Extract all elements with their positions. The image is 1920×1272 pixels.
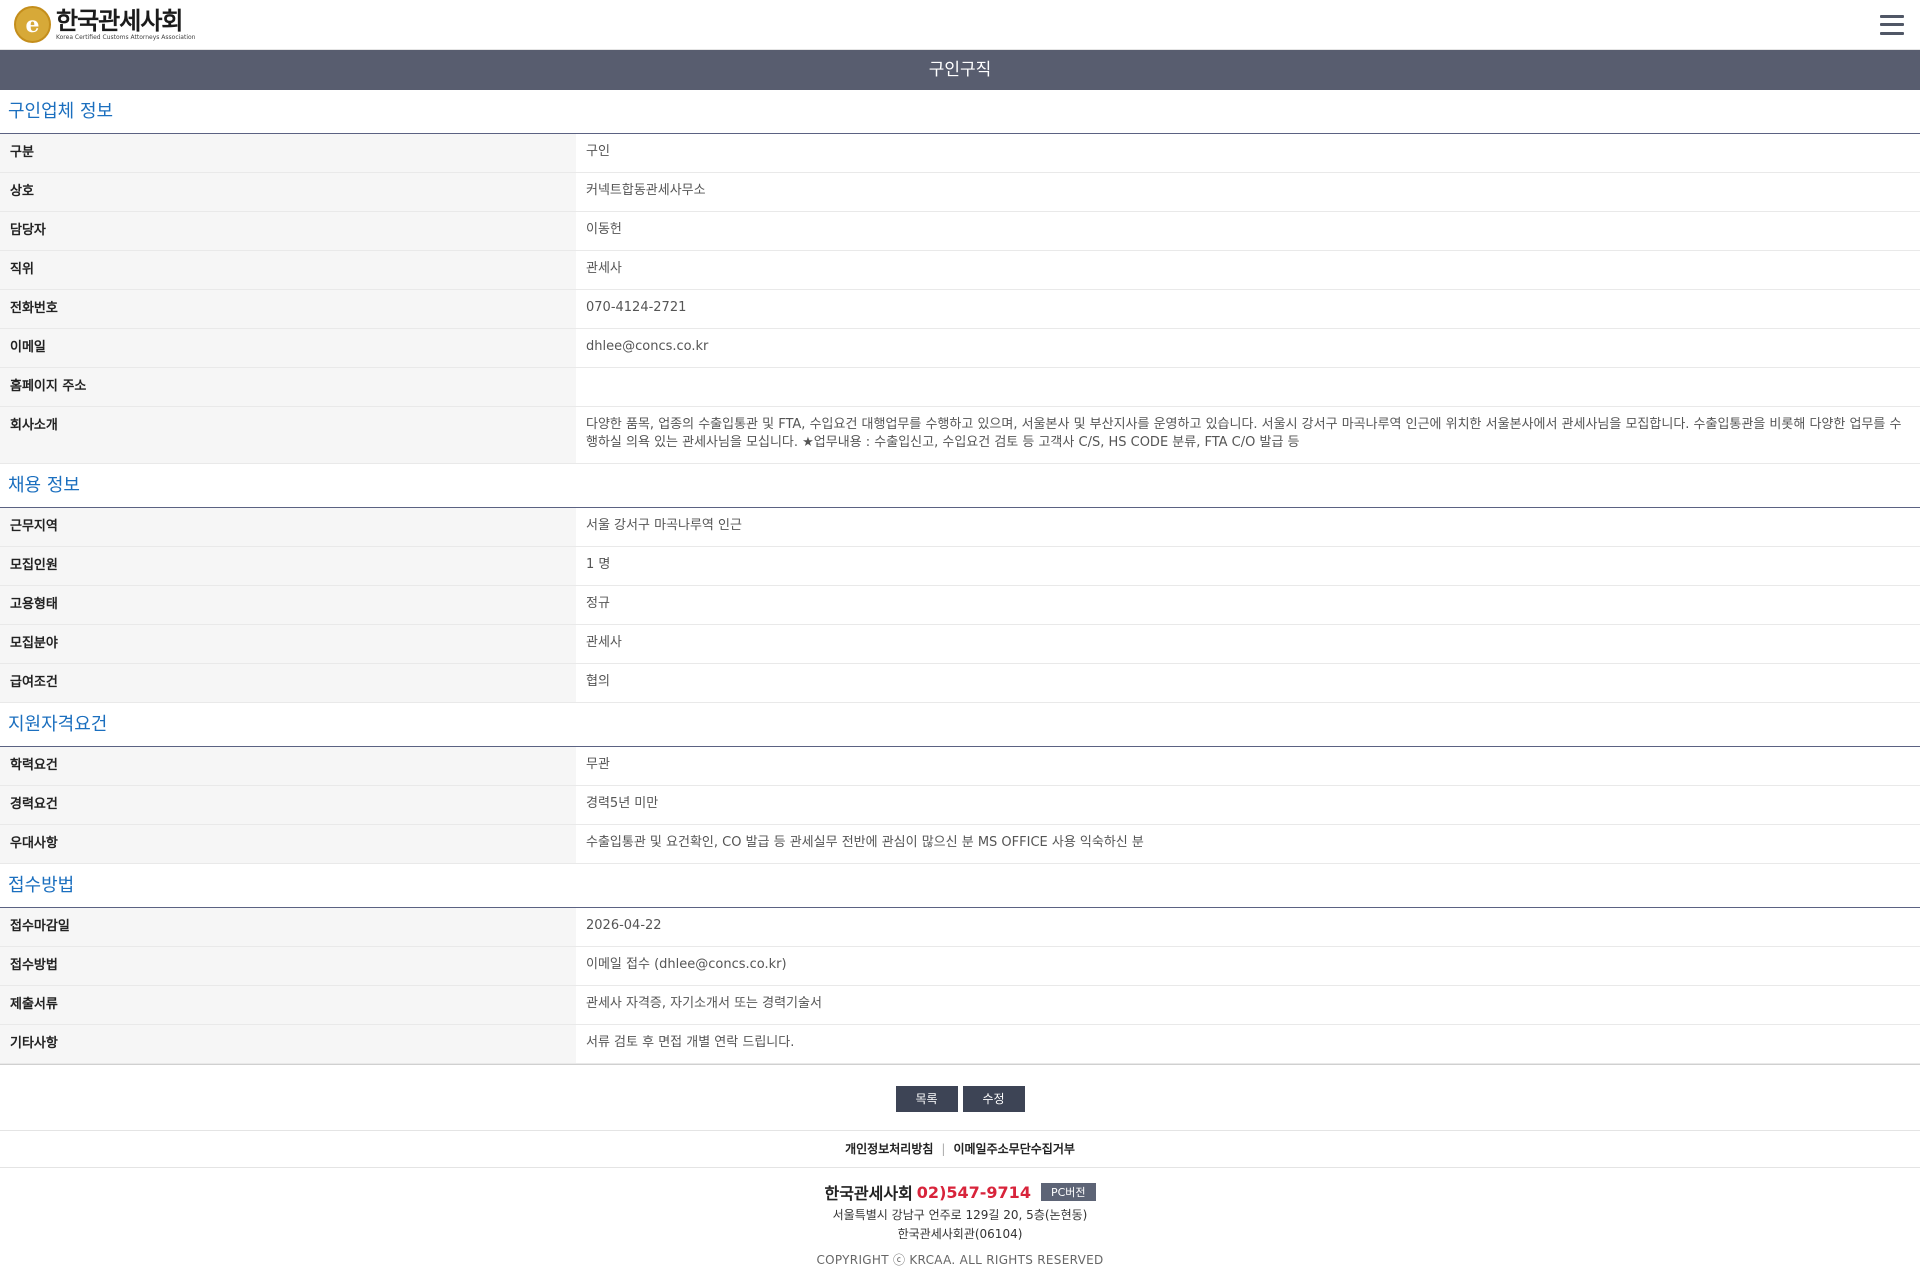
table-row: 구분 구인 xyxy=(0,134,1920,173)
logo-english-name: Korea Certified Customs Attorneys Associ… xyxy=(56,33,196,41)
footer-address: 서울특별시 강남구 언주로 129길 20, 5층(논현동) xyxy=(832,1208,1088,1222)
row-value: 협의 xyxy=(586,674,610,689)
footer-org-name: 한국관세사회 xyxy=(824,1184,913,1203)
row-value: 다양한 품목, 업종의 수출입통관 및 FTA, 수입요건 대행업무를 수행하고… xyxy=(586,417,1902,450)
row-label: 접수마감일 xyxy=(0,908,576,946)
row-value: 관세사 xyxy=(586,261,622,276)
row-label: 이메일 xyxy=(0,329,576,367)
table-row: 홈페이지 주소 xyxy=(0,368,1920,407)
row-label: 제출서류 xyxy=(0,986,576,1024)
footer: 한국관세사회 02)547-9714 PC버전 서울특별시 강남구 언주로 12… xyxy=(0,1168,1920,1268)
row-value: 구인 xyxy=(586,144,610,159)
row-value: 서울 강서구 마곡나루역 인근 xyxy=(586,518,742,533)
section-title: 채용 정보 xyxy=(0,464,1920,508)
row-label: 학력요건 xyxy=(0,747,576,785)
row-label: 직위 xyxy=(0,251,576,289)
row-value: 이동헌 xyxy=(586,222,622,237)
row-value: 경력5년 미만 xyxy=(586,796,659,811)
row-value: 070-4124-2721 xyxy=(586,300,687,315)
top-bar: e 한국관세사회 Korea Certified Customs Attorne… xyxy=(0,0,1920,50)
row-value: 서류 검토 후 면접 개별 연락 드립니다. xyxy=(586,1035,795,1050)
table-row: 회사소개 다양한 품목, 업종의 수출입통관 및 FTA, 수입요건 대행업무를 … xyxy=(0,407,1920,464)
row-value xyxy=(576,368,1920,406)
row-label: 근무지역 xyxy=(0,508,576,546)
row-label: 모집인원 xyxy=(0,547,576,585)
row-value: 이메일 접수 (dhlee@concs.co.kr) xyxy=(586,957,787,972)
privacy-policy-link[interactable]: 개인정보처리방침 xyxy=(845,1142,933,1156)
section-title: 구인업체 정보 xyxy=(0,90,1920,134)
row-value: dhlee@concs.co.kr xyxy=(586,339,709,354)
table-row: 전화번호 070-4124-2721 xyxy=(0,290,1920,329)
row-value: 무관 xyxy=(586,757,610,772)
table-row: 우대사항 수출입통관 및 요건확인, CO 발급 등 관세실무 전반에 관심이 많… xyxy=(0,825,1920,864)
row-value: 2026-04-22 xyxy=(586,918,662,933)
row-label: 회사소개 xyxy=(0,407,576,463)
footer-building: 한국관세사회관(06104) xyxy=(897,1227,1023,1241)
row-label: 전화번호 xyxy=(0,290,576,328)
link-separator: | xyxy=(941,1142,946,1156)
row-value: 1 명 xyxy=(586,557,611,572)
action-buttons: 목록 수정 xyxy=(0,1064,1920,1130)
table-row: 이메일 dhlee@concs.co.kr xyxy=(0,329,1920,368)
row-label: 급여조건 xyxy=(0,664,576,702)
table-row: 담당자 이동헌 xyxy=(0,212,1920,251)
row-label: 모집분야 xyxy=(0,625,576,663)
row-value: 커넥트합동관세사무소 xyxy=(586,183,706,198)
row-value: 관세사 xyxy=(586,635,622,650)
krcaa-logo-icon: e xyxy=(14,6,51,43)
edit-button[interactable]: 수정 xyxy=(962,1086,1025,1112)
table-row: 접수마감일 2026-04-22 xyxy=(0,908,1920,947)
row-label: 고용형태 xyxy=(0,586,576,624)
table-row: 직위 관세사 xyxy=(0,251,1920,290)
row-label: 경력요건 xyxy=(0,786,576,824)
row-value: 관세사 자격증, 자기소개서 또는 경력기술서 xyxy=(586,996,822,1011)
row-label: 구분 xyxy=(0,134,576,172)
row-label: 상호 xyxy=(0,173,576,211)
table-row: 경력요건 경력5년 미만 xyxy=(0,786,1920,825)
job-detail-sections: 구인업체 정보 구분 구인 상호 커넥트합동관세사무소 담당자 이동헌 직위 관세사 전화번호 07… xyxy=(0,90,1920,1064)
site-logo[interactable]: e 한국관세사회 Korea Certified Customs Attorne… xyxy=(14,6,195,43)
row-label: 우대사항 xyxy=(0,825,576,863)
row-label: 기타사항 xyxy=(0,1025,576,1063)
table-row: 상호 커넥트합동관세사무소 xyxy=(0,173,1920,212)
footer-copyright: COPYRIGHT ⓒ KRCAA. ALL RIGHTS RESERVED xyxy=(816,1253,1104,1267)
footer-org-line: 한국관세사회 02)547-9714 PC버전 xyxy=(824,1180,1096,1204)
table-row: 급여조건 협의 xyxy=(0,664,1920,703)
row-label: 접수방법 xyxy=(0,947,576,985)
table-row: 근무지역 서울 강서구 마곡나루역 인근 xyxy=(0,508,1920,547)
section-title: 지원자격요건 xyxy=(0,703,1920,747)
logo-korean-name: 한국관세사회 xyxy=(56,6,183,35)
table-row: 모집인원 1 명 xyxy=(0,547,1920,586)
row-value: 수출입통관 및 요건확인, CO 발급 등 관세실무 전반에 관심이 많으신 분… xyxy=(586,835,1144,850)
table-row: 학력요건 무관 xyxy=(0,747,1920,786)
hamburger-menu-icon[interactable] xyxy=(1880,14,1904,35)
row-value: 정규 xyxy=(586,596,610,611)
row-label: 홈페이지 주소 xyxy=(0,368,576,406)
list-button[interactable]: 목록 xyxy=(895,1086,958,1112)
row-label: 담당자 xyxy=(0,212,576,250)
email-refusal-link[interactable]: 이메일주소무단수집거부 xyxy=(953,1142,1074,1156)
table-row: 제출서류 관세사 자격증, 자기소개서 또는 경력기술서 xyxy=(0,986,1920,1025)
table-row: 기타사항 서류 검토 후 면접 개별 연락 드립니다. xyxy=(0,1025,1920,1064)
table-row: 고용형태 정규 xyxy=(0,586,1920,625)
footer-phone: 02)547-9714 xyxy=(916,1182,1031,1202)
page-title: 구인구직 xyxy=(0,50,1920,90)
table-row: 모집분야 관세사 xyxy=(0,625,1920,664)
footer-links: 개인정보처리방침 | 이메일주소무단수집거부 xyxy=(0,1130,1920,1168)
table-row: 접수방법 이메일 접수 (dhlee@concs.co.kr) xyxy=(0,947,1920,986)
section-title: 접수방법 xyxy=(0,864,1920,908)
pc-version-button[interactable]: PC버전 xyxy=(1040,1183,1096,1201)
